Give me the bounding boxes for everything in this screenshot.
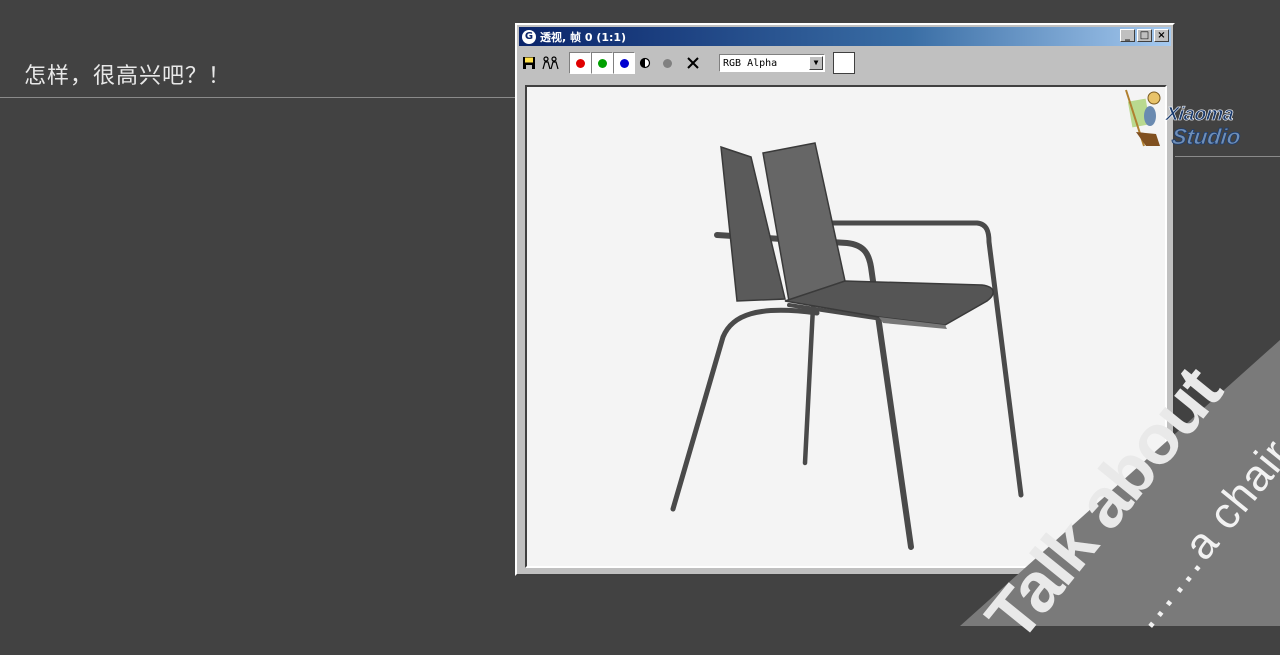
clone-button[interactable]: [541, 53, 561, 73]
gray-dot-icon: [662, 58, 672, 68]
blue-channel-icon: [619, 58, 629, 68]
minimize-button[interactable]: _: [1120, 29, 1135, 42]
slide-title: 怎样，很高兴吧？！: [24, 64, 232, 89]
save-button[interactable]: [519, 53, 539, 73]
half-circle-icon: [639, 57, 651, 69]
chevron-down-icon[interactable]: ▼: [809, 56, 823, 70]
color-swatch[interactable]: [833, 52, 855, 74]
render-toolbar: RGB Alpha ▼: [519, 49, 1171, 77]
green-channel-icon: [597, 58, 607, 68]
logo-text-line2: Studio: [1170, 124, 1242, 150]
maximize-button[interactable]: □: [1137, 29, 1152, 42]
close-button[interactable]: ×: [1154, 29, 1169, 42]
save-icon: [523, 57, 535, 69]
clear-x-icon: [687, 57, 699, 69]
green-channel-toggle[interactable]: [591, 52, 613, 74]
3dsmax-logo-icon: G: [522, 29, 536, 44]
clear-button[interactable]: [683, 53, 703, 73]
monochrome-toggle[interactable]: [635, 53, 655, 73]
channel-select-value: RGB Alpha: [723, 57, 778, 69]
logo-text-line1: Xiaoma: [1164, 104, 1235, 126]
alpha-channel-toggle[interactable]: [657, 53, 677, 73]
window-title: 透视, 帧 0 (1:1): [540, 30, 627, 44]
red-channel-toggle[interactable]: [569, 52, 591, 74]
red-channel-icon: [575, 58, 585, 68]
window-titlebar[interactable]: G 透视, 帧 0 (1:1) _ □ ×: [519, 27, 1171, 46]
display-channel-select[interactable]: RGB Alpha ▼: [719, 54, 825, 72]
clone-icon: [542, 56, 559, 70]
blue-channel-toggle[interactable]: [613, 52, 635, 74]
divider-line: [0, 97, 516, 98]
